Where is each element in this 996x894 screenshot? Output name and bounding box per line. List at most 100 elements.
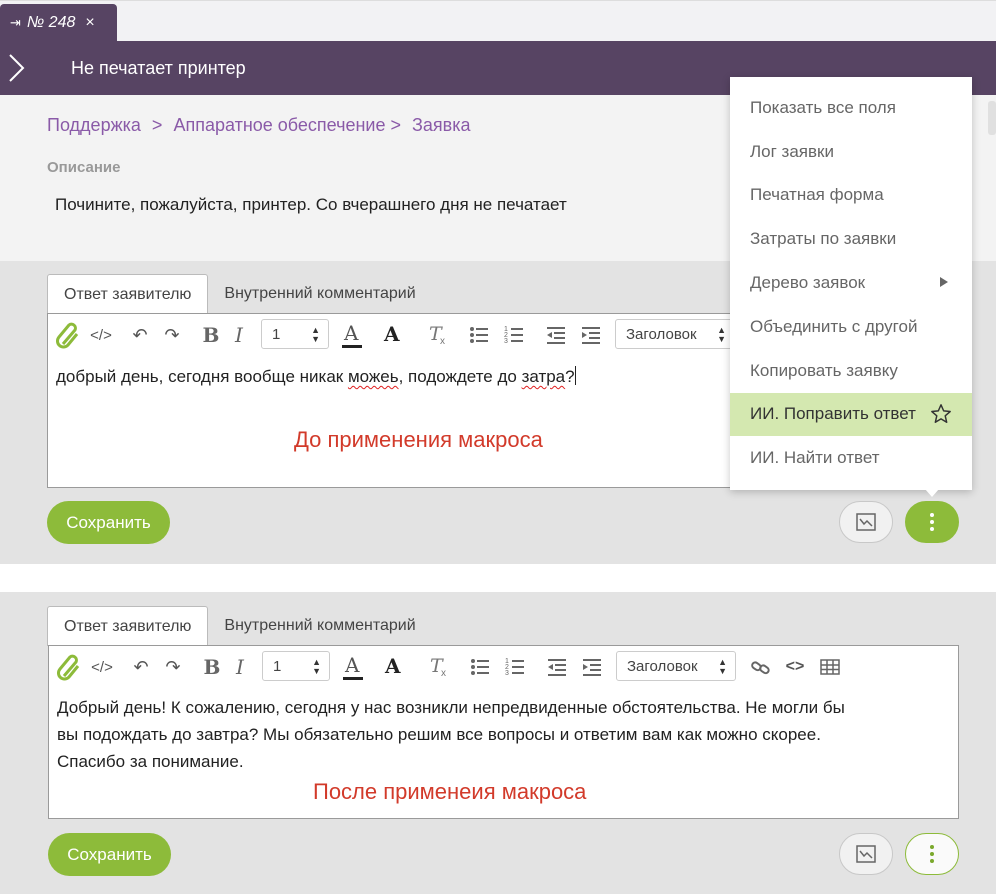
menu-item-ticket-costs[interactable]: Затраты по заявки	[730, 217, 972, 261]
menu-item-label: Показать все поля	[750, 97, 896, 117]
menu-item-ticket-log[interactable]: Лог заявки	[730, 130, 972, 174]
undo-icon[interactable]: ↶	[130, 320, 150, 350]
code-view-icon[interactable]: </>	[91, 652, 113, 682]
spinner-icon: ▲ ▼	[312, 657, 321, 676]
save-button[interactable]: Сохранить	[47, 501, 170, 544]
svg-text:x: x	[440, 336, 445, 347]
template-button[interactable]	[839, 833, 893, 875]
menu-item-label: Копировать заявку	[750, 360, 898, 380]
numbered-list-icon[interactable]: 123	[503, 320, 525, 350]
menu-item-merge[interactable]: Объединить с другой	[730, 305, 972, 349]
chevron-right-icon[interactable]	[5, 52, 27, 84]
document-tab-label: № 248	[26, 14, 76, 31]
macro-label-before: До применения макроса	[294, 427, 543, 452]
bullet-list-icon[interactable]	[468, 320, 490, 350]
clear-format-icon[interactable]: Tx	[427, 652, 451, 682]
font-color-icon[interactable]: A	[340, 320, 364, 350]
template-icon	[856, 513, 876, 531]
star-icon[interactable]	[930, 403, 952, 425]
source-code-icon[interactable]: <>	[785, 652, 805, 682]
template-button[interactable]	[839, 501, 893, 543]
description-text: Почините, пожалуйста, принтер. Со вчераш…	[55, 195, 567, 214]
breadcrumb-link-support[interactable]: Поддержка	[47, 115, 141, 135]
reply-tabs: Ответ заявителю Внутренний комментарий	[47, 606, 432, 646]
redo-icon[interactable]: ↷	[163, 652, 183, 682]
highlight-color-icon[interactable]: A	[382, 652, 404, 682]
reply-text-line: Добрый день! К сожалению, сегодня у нас …	[57, 698, 845, 717]
svg-text:A: A	[343, 321, 359, 345]
attach-icon[interactable]	[55, 652, 83, 682]
tab-internal-comment[interactable]: Внутренний комментарий	[208, 274, 431, 314]
indent-icon[interactable]	[580, 320, 602, 350]
bullet-list-icon[interactable]	[469, 652, 491, 682]
font-size-select[interactable]: 1 ▲ ▼	[261, 319, 329, 349]
outdent-icon[interactable]	[546, 652, 568, 682]
breadcrumb-link-hardware[interactable]: Аппаратное обеспечение >	[173, 115, 401, 135]
attach-icon[interactable]	[54, 320, 82, 350]
tab-reply[interactable]: Ответ заявителю	[47, 606, 209, 646]
menu-item-label: ИИ. Найти ответ	[750, 448, 880, 468]
reply-text[interactable]: добрый день, сегодня вообще никак можеь,…	[56, 363, 576, 390]
indent-icon[interactable]	[581, 652, 603, 682]
reply-editor[interactable]: </> ↶ ↷ B I 1 ▲ ▼ A A Tx 123 Заголовок ▲ ▼ <…	[48, 645, 959, 819]
link-icon[interactable]	[750, 652, 772, 682]
code-view-icon[interactable]: </>	[90, 320, 112, 350]
more-actions-button[interactable]	[905, 833, 959, 875]
close-icon[interactable]: ×	[85, 14, 94, 32]
font-size-select[interactable]: 1 ▲ ▼	[262, 651, 330, 681]
tab-internal-comment[interactable]: Внутренний комментарий	[208, 606, 431, 646]
svg-text:A: A	[344, 653, 360, 677]
outdent-icon[interactable]	[545, 320, 567, 350]
menu-item-ai-fix-answer[interactable]: ИИ. Поправить ответ	[730, 392, 972, 437]
breadcrumb-link-ticket[interactable]: Заявка	[412, 115, 470, 135]
spinner-icon: ▲ ▼	[718, 657, 727, 676]
highlight-color-icon[interactable]: A	[381, 320, 403, 350]
font-color-icon[interactable]: A	[341, 652, 365, 682]
reply-text-line: вы подождать до завтра? Мы обязательно р…	[57, 725, 821, 744]
menu-item-show-all-fields[interactable]: Показать все поля	[730, 86, 972, 130]
scrollbar-thumb[interactable]	[988, 101, 996, 135]
bold-icon[interactable]: B	[201, 320, 221, 350]
tab-reply[interactable]: Ответ заявителю	[47, 274, 209, 314]
undo-icon[interactable]: ↶	[131, 652, 151, 682]
misspelled-word[interactable]: затра	[522, 367, 566, 386]
table-icon[interactable]	[819, 652, 841, 682]
more-actions-button[interactable]	[905, 501, 959, 543]
editor-toolbar: </> ↶ ↷ B I 1 ▲ ▼ A A Tx 123 Заголовок ▲ ▼ <…	[49, 646, 958, 688]
misspelled-word[interactable]: можеь	[348, 367, 399, 386]
save-button[interactable]: Сохранить	[48, 833, 171, 876]
numbered-list-icon[interactable]: 123	[504, 652, 526, 682]
menu-item-ai-find-answer[interactable]: ИИ. Найти ответ	[730, 436, 972, 480]
macro-label-after: После применеия макроса	[313, 779, 587, 804]
pin-icon[interactable]: ⇥	[10, 15, 21, 31]
font-size-value: 1	[273, 657, 282, 675]
clear-format-icon[interactable]: Tx	[426, 320, 450, 350]
template-icon	[856, 845, 876, 863]
text-caret	[574, 366, 576, 385]
italic-icon[interactable]: I	[232, 320, 246, 350]
italic-icon[interactable]: I	[233, 652, 247, 682]
redo-icon[interactable]: ↷	[162, 320, 182, 350]
svg-text:A: A	[383, 322, 400, 346]
menu-item-ticket-tree[interactable]: Дерево заявок	[730, 261, 972, 305]
description-label: Описание	[47, 159, 121, 176]
bold-icon[interactable]: B	[202, 652, 222, 682]
svg-text:3: 3	[504, 338, 508, 345]
reply-text-part: добрый день, сегодня вообще никак	[56, 367, 348, 386]
reply-panel-after: Ответ заявителю Внутренний комментарий <…	[0, 592, 996, 894]
more-actions-menu: Показать все поля Лог заявки Печатная фо…	[730, 77, 972, 490]
reply-tabs: Ответ заявителю Внутренний комментарий	[47, 274, 432, 314]
heading-select[interactable]: Заголовок ▲ ▼	[615, 319, 735, 349]
reply-text-part: ?	[565, 367, 575, 386]
heading-select[interactable]: Заголовок ▲ ▼	[616, 651, 736, 681]
heading-select-value: Заголовок	[626, 325, 697, 343]
page-title: Не печатает принтер	[71, 58, 246, 78]
menu-item-copy-ticket[interactable]: Копировать заявку	[730, 349, 972, 393]
reply-text[interactable]: Добрый день! К сожалению, сегодня у нас …	[57, 694, 845, 775]
menu-item-print-form[interactable]: Печатная форма	[730, 174, 972, 218]
more-vertical-icon	[930, 513, 934, 531]
svg-text:x: x	[441, 668, 446, 679]
reply-text-part: , подождете до	[398, 367, 522, 386]
document-tab[interactable]: ⇥ № 248 ×	[0, 4, 117, 42]
menu-item-label: Печатная форма	[750, 185, 884, 205]
